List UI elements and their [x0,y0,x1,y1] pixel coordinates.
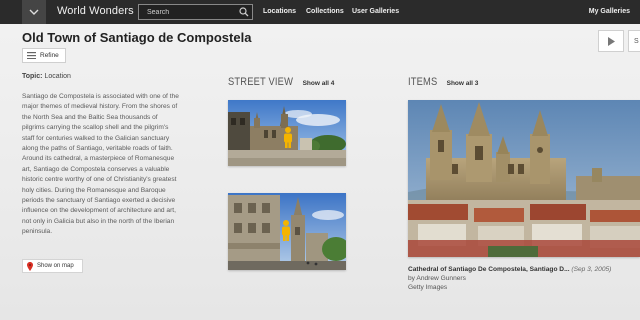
search-icon[interactable] [239,7,249,17]
caption-title[interactable]: Cathedral of Santiago De Compostela, San… [408,266,570,273]
caption-source: Getty Images [408,284,448,292]
menu-button[interactable] [22,0,46,24]
hamburger-icon [27,52,36,59]
items-header: ITEMS Show all 3 [408,76,478,88]
nav-user-galleries[interactable]: User Galleries [352,8,399,15]
items-title: ITEMS [408,76,438,88]
item-caption: Cathedral of Santiago De Compostela, San… [408,265,640,293]
top-bar: World Wonders Locations Collections User… [0,0,640,24]
search-box[interactable] [138,4,253,20]
search-input[interactable] [139,5,252,19]
refine-label: Refine [40,52,59,59]
show-on-map-label: Show on map [37,263,74,269]
street-view-title: STREET VIEW [228,76,294,88]
topic-value: Location [44,73,71,80]
topic-label: Topic: [22,73,43,80]
items-show-all-link[interactable]: Show all 3 [447,80,479,87]
description-text: Santiago de Compostela is associated wit… [22,93,179,236]
nav-my-galleries[interactable]: My Galleries [589,8,630,15]
map-pin-icon [27,261,33,271]
app-title[interactable]: World Wonders [57,5,134,17]
caption-date: (Sep 3, 2005) [571,266,612,273]
chevron-down-icon [29,9,39,15]
show-on-map-button[interactable]: Show on map [22,259,83,273]
cathedral-photo[interactable] [408,100,640,257]
share-button[interactable]: S [628,30,640,52]
nav-locations[interactable]: Locations [263,8,296,15]
refine-button[interactable]: Refine [22,48,66,63]
page-title: Old Town of Santiago de Compostela [22,30,252,45]
nav-collections[interactable]: Collections [306,8,344,15]
slideshow-play-button[interactable] [598,30,624,52]
play-icon [607,36,615,46]
caption-author: by Andrew Gunners [408,275,466,283]
street-view-thumbnail[interactable] [228,193,346,270]
street-view-show-all-link[interactable]: Show all 4 [303,80,335,87]
topic-line: Topic: Location [22,73,71,80]
street-view-header: STREET VIEW Show all 4 [228,76,334,88]
street-view-thumbnail[interactable] [228,100,346,166]
